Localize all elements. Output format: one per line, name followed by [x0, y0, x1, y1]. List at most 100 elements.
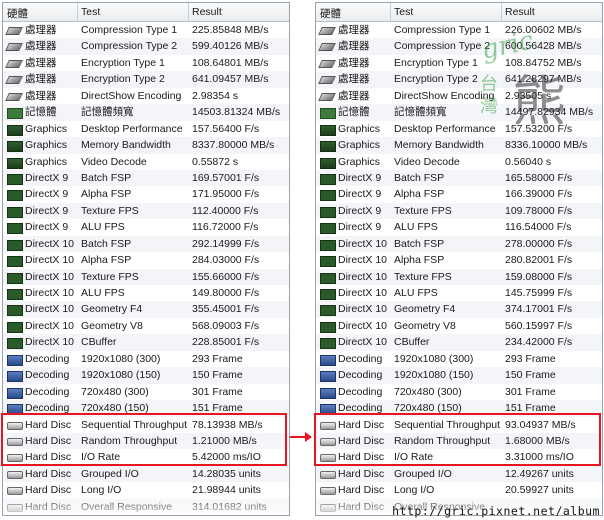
table-row[interactable]: Decoding 720x480 (300) 301 Frame — [316, 384, 602, 400]
cell-test: 1920x1080 (150) — [81, 369, 161, 382]
table-row[interactable]: Decoding 720x480 (300) 301 Frame — [3, 384, 289, 400]
column-header-result[interactable]: Result — [192, 6, 222, 18]
cell-test: Alpha FSP — [81, 254, 132, 267]
table-row[interactable]: DirectX 10 CBuffer 228.85001 F/s — [3, 334, 289, 351]
table-row[interactable]: DirectX 10 ALU FPS 145.75999 F/s — [316, 285, 602, 301]
cell-device: DirectX 10 — [338, 319, 388, 332]
table-row[interactable]: DirectX 9 ALU FPS 116.54000 F/s — [316, 219, 602, 235]
table-row[interactable]: 處理器 Compression Type 2 599.40126 MB/s — [3, 38, 289, 55]
cell-device: Graphics — [338, 139, 381, 152]
table-row[interactable]: DirectX 10 Alpha FSP 284.03000 F/s — [3, 252, 289, 268]
table-row[interactable]: Decoding 1920x1080 (300) 293 Frame — [3, 351, 289, 367]
column-header-device[interactable]: 硬體 — [7, 6, 28, 21]
cell-device: Graphics — [338, 122, 381, 135]
cell-test: 720x480 (300) — [81, 385, 149, 398]
table-row[interactable]: Hard Disc Grouped I/O 12.49267 units — [316, 465, 602, 483]
graphics-card-icon — [320, 206, 336, 218]
table-row[interactable]: Graphics Video Decode 0.56040 s — [316, 154, 602, 170]
decoding-icon — [320, 354, 336, 366]
table-row[interactable]: DirectX 9 Batch FSP 165.58000 F/s — [316, 169, 602, 187]
table-row[interactable]: DirectX 10 Geometry F4 355.45001 F/s — [3, 301, 289, 318]
cell-result: 150 Frame — [192, 369, 243, 382]
cell-device: DirectX 10 — [25, 336, 75, 349]
cell-result: 149.80000 F/s — [192, 287, 260, 299]
decoding-icon — [320, 371, 336, 383]
memory-icon — [7, 108, 23, 120]
column-divider[interactable] — [390, 3, 391, 21]
table-row[interactable]: Graphics Memory Bandwidth 8337.80000 MB/s — [3, 137, 289, 154]
table-row[interactable]: DirectX 10 Texture FPS 155.66000 F/s — [3, 268, 289, 285]
table-row[interactable]: DirectX 10 Batch FSP 292.14999 F/s — [3, 235, 289, 253]
graphics-card-icon — [320, 141, 336, 153]
svg-text:熊: 熊 — [512, 70, 566, 128]
table-row[interactable]: DirectX 10 Texture FPS 159.08000 F/s — [316, 268, 602, 285]
graphics-card-icon — [320, 173, 336, 185]
table-row[interactable]: 處理器 DirectShow Encoding 2.98354 s — [3, 88, 289, 104]
column-header-test[interactable]: Test — [394, 6, 413, 18]
table-row[interactable]: 處理器 Encryption Type 1 108.64801 MB/s — [3, 55, 289, 71]
cell-result: 109.78000 F/s — [505, 204, 573, 217]
cell-result: 112.40000 F/s — [192, 204, 259, 217]
column-header-test[interactable]: Test — [81, 6, 100, 18]
column-header-result[interactable]: Result — [505, 6, 535, 18]
cell-test: Texture FPS — [394, 270, 452, 283]
table-row[interactable]: DirectX 10 Alpha FSP 280.82001 F/s — [316, 252, 602, 268]
cell-test: 1920x1080 (300) — [81, 352, 161, 365]
graphics-card-icon — [320, 124, 336, 136]
table-row[interactable]: DirectX 9 Alpha FSP 171.95000 F/s — [3, 186, 289, 202]
cell-device: DirectX 10 — [25, 303, 75, 316]
cell-test: Batch FSP — [394, 237, 445, 250]
table-row[interactable]: DirectX 10 Geometry V8 568.09003 F/s — [3, 318, 289, 334]
decoding-icon — [320, 387, 336, 399]
cell-result: 641.09457 MB/s — [192, 73, 269, 86]
cell-test: Batch FSP — [81, 237, 132, 250]
cell-device: Graphics — [25, 139, 68, 152]
table-row[interactable]: DirectX 9 Alpha FSP 166.39000 F/s — [316, 186, 602, 202]
cell-test: Batch FSP — [81, 171, 132, 184]
table-row[interactable]: DirectX 10 Geometry V8 560.15997 F/s — [316, 318, 602, 334]
cell-test: Alpha FSP — [81, 188, 132, 201]
graphics-card-icon — [7, 321, 23, 333]
table-row[interactable]: DirectX 10 ALU FPS 149.80000 F/s — [3, 285, 289, 301]
cell-result: 284.03000 F/s — [192, 254, 260, 267]
column-divider[interactable] — [501, 3, 502, 21]
table-row[interactable]: 處理器 Encryption Type 2 641.09457 MB/s — [3, 71, 289, 88]
column-divider[interactable] — [77, 3, 78, 21]
table-row[interactable]: Graphics Memory Bandwidth 8336.10000 MB/s — [316, 137, 602, 154]
cell-device: DirectX 9 — [338, 188, 382, 201]
table-row[interactable]: DirectX 10 Geometry F4 374.17001 F/s — [316, 301, 602, 318]
table-row[interactable]: Decoding 1920x1080 (300) 293 Frame — [316, 351, 602, 367]
cell-test: CBuffer — [394, 336, 430, 349]
table-row[interactable]: Graphics Desktop Performance 157.56400 F/s — [3, 121, 289, 137]
decoding-icon — [7, 387, 23, 399]
cpu-icon — [318, 92, 336, 101]
cell-result: 293 Frame — [192, 352, 243, 365]
cell-result: 157.56400 F/s — [192, 122, 260, 135]
graphics-card-icon — [320, 305, 336, 317]
cell-result: 225.85848 MB/s — [192, 24, 269, 36]
cpu-icon — [5, 76, 23, 85]
table-row[interactable]: Decoding 1920x1080 (150) 150 Frame — [316, 367, 602, 384]
table-row[interactable]: DirectX 9 Texture FPS 109.78000 F/s — [316, 202, 602, 220]
cell-result: 14503.81324 MB/s — [192, 106, 281, 119]
table-row[interactable]: Decoding 1920x1080 (150) 150 Frame — [3, 367, 289, 384]
cell-result: 0.56040 s — [505, 155, 552, 168]
column-divider[interactable] — [188, 3, 189, 21]
graphics-card-icon — [7, 289, 23, 300]
table-row[interactable]: 記憶體 記憶體頻寬 14503.81324 MB/s — [3, 104, 289, 121]
table-row[interactable]: Graphics Video Decode 0.55872 s — [3, 154, 289, 170]
cell-result: 568.09003 F/s — [192, 319, 260, 332]
table-row[interactable]: 處理器 Compression Type 1 225.85848 MB/s — [3, 22, 289, 38]
table-row[interactable]: DirectX 10 Batch FSP 278.00000 F/s — [316, 235, 602, 253]
table-row[interactable]: DirectX 10 CBuffer 234.42000 F/s — [316, 334, 602, 351]
table-row[interactable]: DirectX 9 Batch FSP 169.57001 F/s — [3, 169, 289, 187]
cell-test: Encryption Type 1 — [81, 56, 165, 69]
column-header-device[interactable]: 硬體 — [320, 6, 341, 21]
graphics-card-icon — [7, 206, 23, 218]
table-row[interactable]: DirectX 9 Texture FPS 112.40000 F/s — [3, 202, 289, 220]
cell-result: 116.72000 F/s — [192, 221, 259, 234]
cell-test: ALU FPS — [81, 287, 125, 299]
cell-result: 14.28035 units — [192, 467, 261, 480]
table-row[interactable]: DirectX 9 ALU FPS 116.72000 F/s — [3, 219, 289, 235]
table-row[interactable]: Hard Disc Grouped I/O 14.28035 units — [3, 465, 289, 483]
